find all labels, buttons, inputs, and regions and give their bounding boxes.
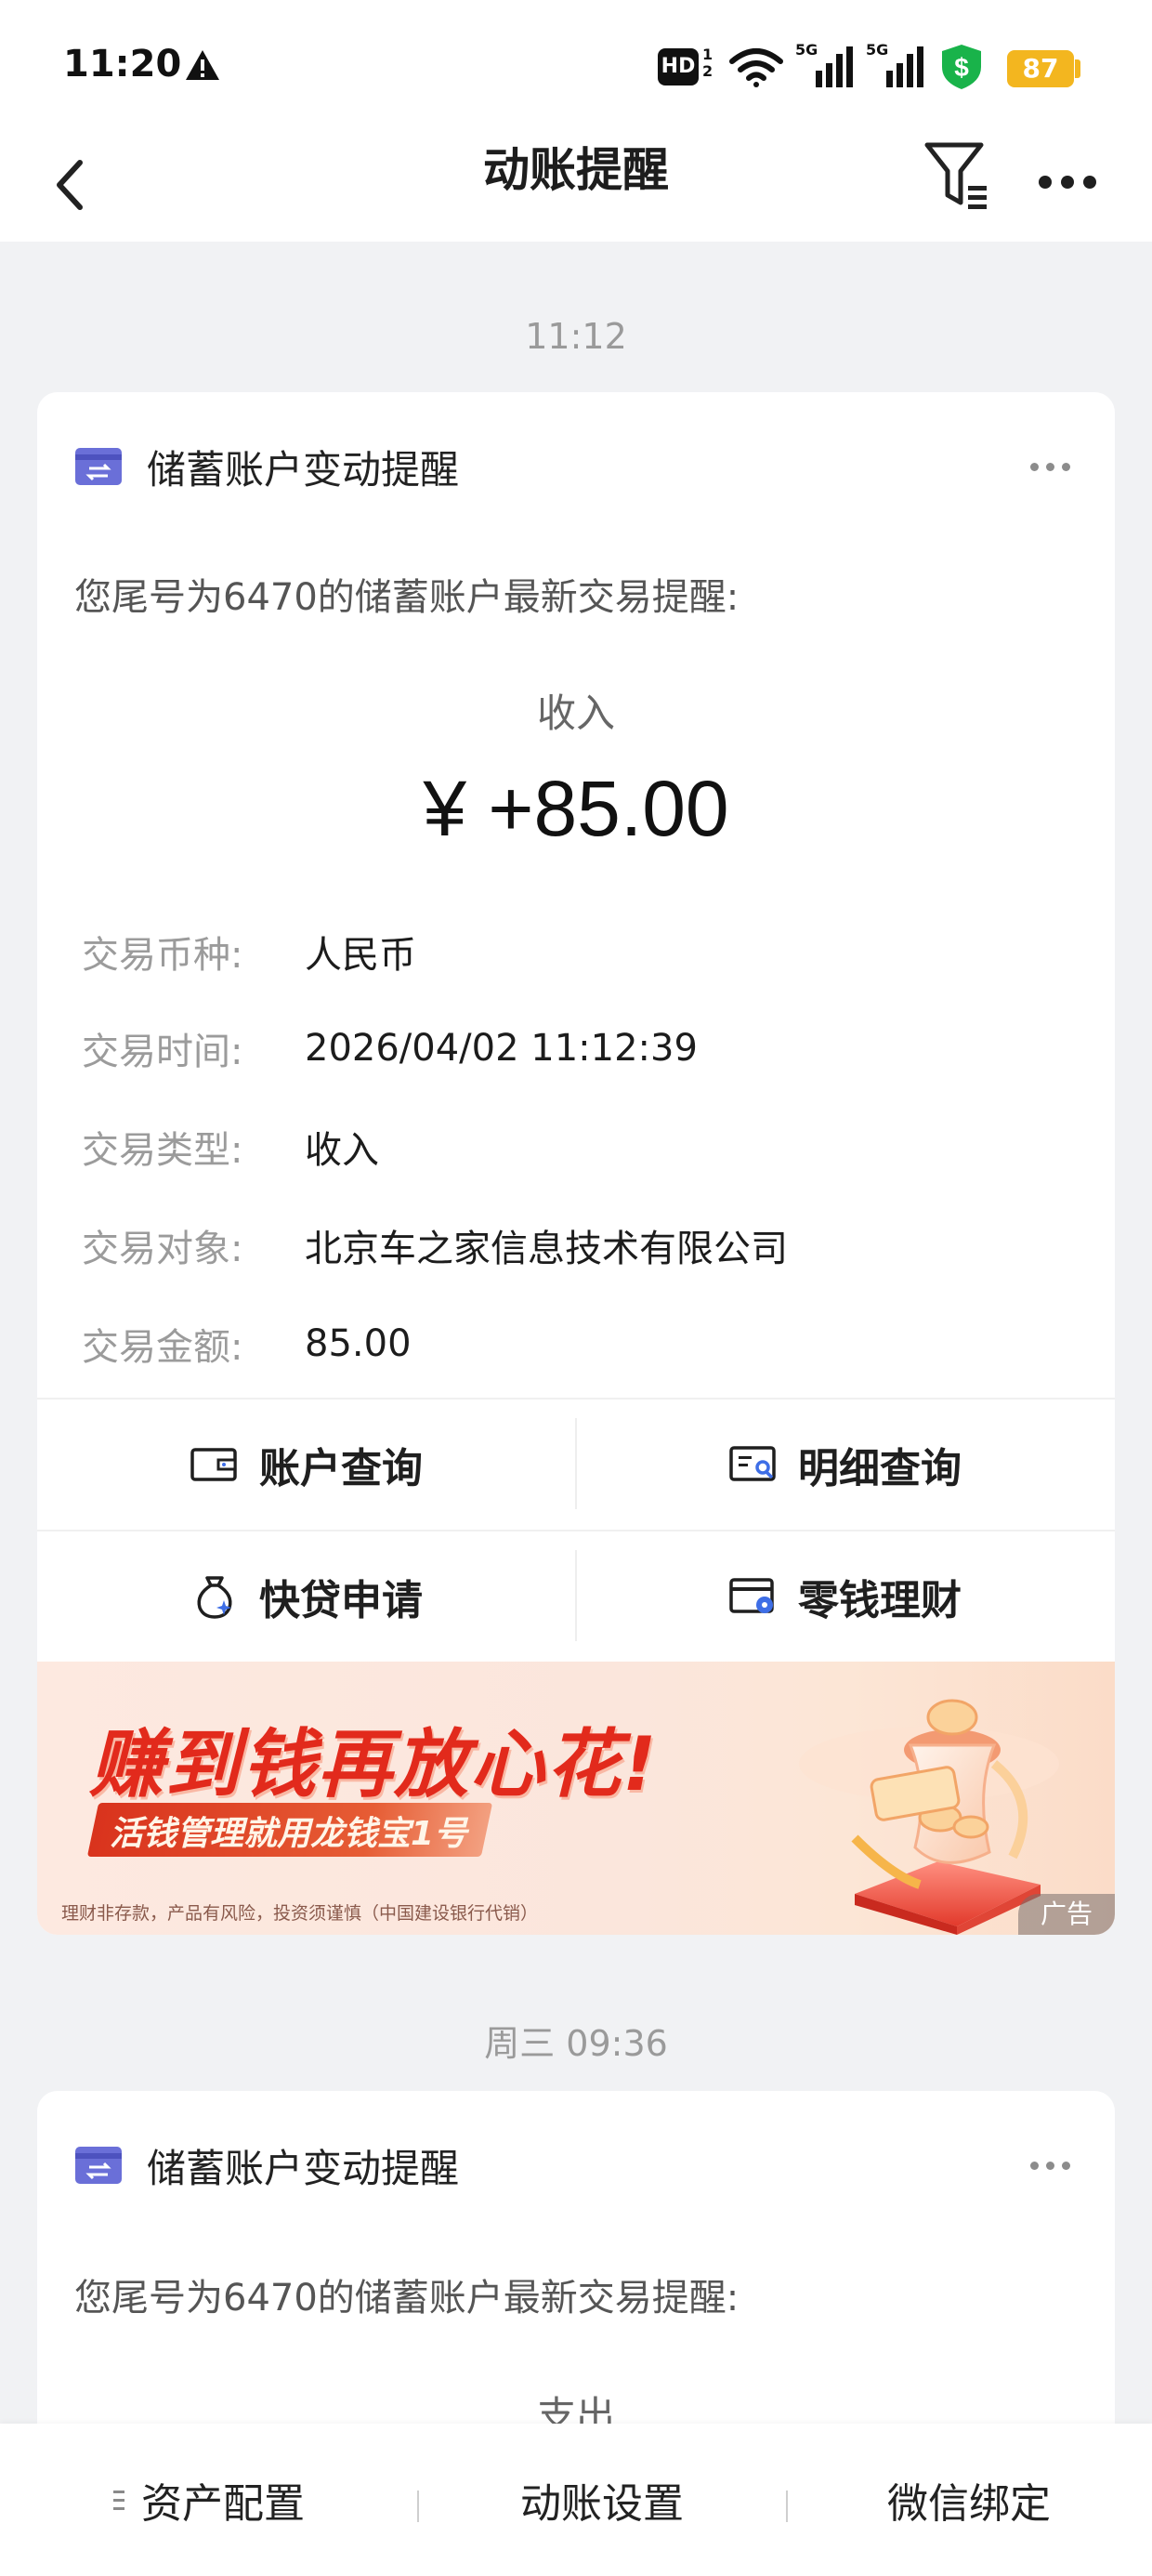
action-label: 明细查询 <box>798 1445 962 1492</box>
chevron-left-icon <box>57 160 83 210</box>
quick-loan-button[interactable]: 快贷申请 <box>37 1531 576 1662</box>
bottom-bar: 资产配置 动账设置 微信绑定 <box>0 2424 1152 2576</box>
status-bar: 11:20 HD 12 5G 5G $ 87 <box>0 0 1152 139</box>
detail-row: 交易金额: 85.00 <box>82 1316 412 1372</box>
card-title: 储蓄账户变动提醒 <box>147 2145 460 2191</box>
svg-text:$: $ <box>954 53 969 82</box>
menu-icon <box>113 2490 124 2510</box>
security-shield-icon: $ <box>938 43 985 95</box>
status-time: 11:20 <box>63 43 182 85</box>
detail-value: 2026/04/02 11:12:39 <box>305 1027 698 1070</box>
card-more-button[interactable] <box>1022 2147 1078 2184</box>
hd-voice-icon: HD <box>658 48 699 85</box>
nav-bar: 动账提醒 <box>0 139 1152 242</box>
transaction-amount: ¥ +85.00 <box>423 765 729 852</box>
notification-card: 储蓄账户变动提醒 您尾号为6470的储蓄账户最新交易提醒: 支出 <box>37 2091 1115 2481</box>
detail-label: 交易币种: <box>82 934 243 977</box>
more-horizontal-icon <box>1029 462 1070 471</box>
ad-tag: 广告 <box>1018 1894 1115 1935</box>
action-label: 账户查询 <box>259 1445 423 1492</box>
more-horizontal-icon <box>1029 2161 1070 2170</box>
bottom-bar-label: 动账设置 <box>520 2480 684 2528</box>
notification-card: 储蓄账户变动提醒 您尾号为6470的储蓄账户最新交易提醒: 收入 ¥ +85.0… <box>37 392 1115 1935</box>
bottom-bar-label: 资产配置 <box>141 2480 305 2528</box>
money-bag-icon <box>190 1574 239 1619</box>
account-card-icon <box>75 2147 122 2184</box>
ad-disclaimer: 理财非存款，产品有风险，投资须谨慎（中国建设银行代销） <box>61 1903 539 1924</box>
message-timestamp: 周三 09:36 <box>484 2023 668 2064</box>
wechat-binding-button[interactable]: 微信绑定 <box>786 2424 1152 2576</box>
detail-label: 交易时间: <box>82 1031 243 1073</box>
wallet-icon <box>190 1442 239 1487</box>
battery-cap <box>1075 59 1080 78</box>
hd-voice-sub: 12 <box>702 46 713 80</box>
ad-headline: 赚到钱再放心花! <box>89 1721 659 1807</box>
bottom-bar-label: 微信绑定 <box>887 2480 1051 2528</box>
statement-search-icon <box>729 1442 778 1487</box>
detail-row: 交易类型: 收入 <box>82 1119 379 1175</box>
detail-label: 交易金额: <box>82 1326 243 1369</box>
wifi-icon <box>728 46 784 91</box>
card-intro: 您尾号为6470的储蓄账户最新交易提醒: <box>74 576 740 619</box>
card-more-button[interactable] <box>1022 448 1078 485</box>
action-label: 零钱理财 <box>798 1577 962 1624</box>
detail-value: 人民币 <box>305 934 416 977</box>
more-button[interactable] <box>1026 154 1109 210</box>
notification-settings-button[interactable]: 动账设置 <box>418 2424 786 2576</box>
message-timestamp: 11:12 <box>525 316 627 357</box>
asset-allocation-button[interactable]: 资产配置 <box>0 2424 418 2576</box>
account-card-icon <box>75 448 122 485</box>
ad-subline: 活钱管理就用龙钱宝1号 <box>110 1815 468 1853</box>
account-query-button[interactable]: 账户查询 <box>37 1400 576 1530</box>
filter-list-icon <box>924 142 987 209</box>
card-settings-icon <box>729 1574 778 1619</box>
warning-icon <box>184 48 221 85</box>
change-wealth-button[interactable]: 零钱理财 <box>576 1531 1115 1662</box>
transaction-direction: 收入 <box>536 690 615 736</box>
detail-row: 交易对象: 北京车之家信息技术有限公司 <box>82 1217 788 1273</box>
ad-banner[interactable]: 赚到钱再放心花! 活钱管理就用龙钱宝1号 理财非存款，产品有风险，投资须谨慎（中… <box>37 1662 1115 1935</box>
quick-actions: 账户查询 明细查询 快贷申请 零钱理财 <box>37 1398 1115 1662</box>
back-button[interactable] <box>41 152 97 217</box>
more-horizontal-icon <box>1039 176 1096 189</box>
statement-query-button[interactable]: 明细查询 <box>576 1400 1115 1530</box>
card-title: 储蓄账户变动提醒 <box>147 446 460 493</box>
detail-value: 收入 <box>305 1129 379 1172</box>
action-label: 快贷申请 <box>259 1577 423 1624</box>
filter-button[interactable] <box>920 139 994 214</box>
detail-row: 交易时间: 2026/04/02 11:12:39 <box>82 1020 698 1076</box>
detail-value: 北京车之家信息技术有限公司 <box>305 1228 788 1270</box>
signal-icon <box>795 45 853 93</box>
detail-row: 交易币种: 人民币 <box>82 924 416 979</box>
signal-icon <box>866 45 923 93</box>
card-header: 储蓄账户变动提醒 <box>74 2137 459 2193</box>
detail-value: 85.00 <box>305 1322 412 1365</box>
battery-level: 87 <box>1007 50 1074 87</box>
card-header: 储蓄账户变动提醒 <box>74 439 459 494</box>
card-intro: 您尾号为6470的储蓄账户最新交易提醒: <box>74 2277 740 2320</box>
detail-label: 交易对象: <box>82 1228 243 1270</box>
detail-label: 交易类型: <box>82 1129 243 1172</box>
